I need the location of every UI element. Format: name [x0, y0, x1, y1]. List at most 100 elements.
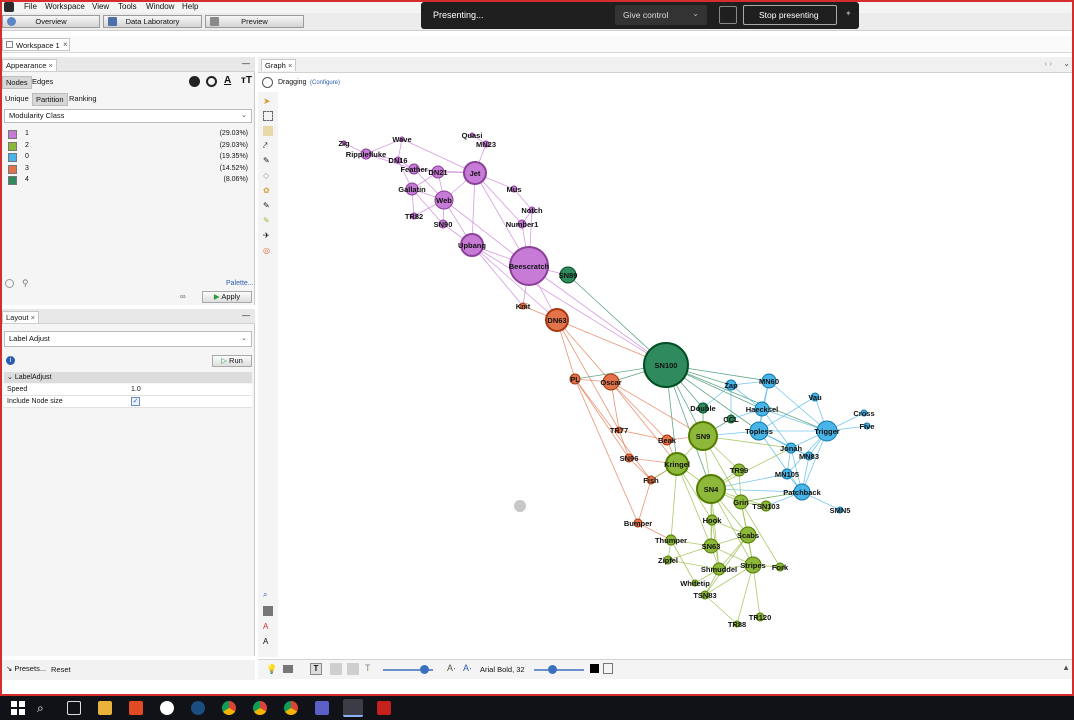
- chevron-down-icon[interactable]: ⌄: [1063, 59, 1070, 68]
- search-icon[interactable]: ⌕: [37, 701, 51, 715]
- color-swatch[interactable]: [8, 130, 17, 139]
- show-labels-icon[interactable]: T: [310, 663, 322, 675]
- font-label[interactable]: Arial Bold, 32: [480, 665, 525, 674]
- heat-map-icon[interactable]: ◎: [263, 246, 273, 256]
- chain-icon[interactable]: ∞: [180, 292, 186, 301]
- property-value[interactable]: 1.0: [131, 386, 141, 393]
- color-swatch[interactable]: [8, 153, 17, 162]
- menu-workspace[interactable]: Workspace: [45, 2, 85, 11]
- chrome-icon[interactable]: [222, 701, 236, 715]
- label-attributes-icon[interactable]: [603, 663, 613, 674]
- rectangle-select-icon[interactable]: [263, 111, 273, 121]
- windows-start-icon[interactable]: [11, 701, 25, 715]
- tab-ranking[interactable]: Ranking: [66, 93, 100, 104]
- legend-row[interactable]: 1 (29.03%): [8, 129, 248, 140]
- overview-button[interactable]: Overview: [2, 15, 100, 28]
- edge-weight-slider-thumb[interactable]: [420, 665, 429, 674]
- legend-row[interactable]: 3 (14.52%): [8, 164, 248, 175]
- run-button[interactable]: ▷ Run: [212, 355, 252, 367]
- label-color-icon[interactable]: A: [263, 622, 273, 632]
- attribute-select[interactable]: Modularity Class ⌄: [4, 109, 252, 123]
- presets-button[interactable]: ↘ Presets...: [6, 664, 46, 673]
- stop-presenting-button[interactable]: Stop presenting: [743, 5, 837, 25]
- label-size-icon[interactable]: A: [263, 637, 273, 647]
- property-row-speed[interactable]: Speed 1.0: [4, 384, 252, 396]
- apply-button[interactable]: ▶ Apply: [202, 291, 252, 303]
- layout-algorithm-select[interactable]: Label Adjust ⌄: [4, 331, 252, 347]
- tab-partition[interactable]: Partition: [32, 93, 68, 106]
- close-icon[interactable]: ×: [49, 61, 53, 70]
- info-icon[interactable]: i: [6, 356, 15, 365]
- close-icon[interactable]: ×: [288, 61, 292, 70]
- menu-tools[interactable]: Tools: [118, 2, 137, 11]
- give-control-dropdown[interactable]: Give control ⌄: [615, 5, 707, 25]
- color-swatch[interactable]: [8, 176, 17, 185]
- font-size-increase-icon[interactable]: A·: [463, 663, 472, 673]
- graph-edge[interactable]: [610, 381, 678, 465]
- share-screen-icon[interactable]: [719, 6, 737, 24]
- configure-link[interactable]: (Configure): [310, 80, 340, 86]
- label-mode-icon[interactable]: [330, 663, 342, 675]
- pin-icon[interactable]: ✦: [845, 9, 852, 18]
- tab-edges[interactable]: Edges: [29, 76, 56, 87]
- graph-edge[interactable]: [574, 378, 630, 459]
- legend-row[interactable]: 2 (29.03%): [8, 141, 248, 152]
- task-view-icon[interactable]: [67, 701, 81, 715]
- select-tool-icon[interactable]: ➤: [263, 96, 273, 106]
- label-text-icon[interactable]: T: [365, 663, 371, 673]
- menu-help[interactable]: Help: [182, 2, 198, 11]
- label-color-icon[interactable]: A: [224, 75, 231, 86]
- expand-icon[interactable]: ▲: [1062, 663, 1070, 672]
- tab-unique[interactable]: Unique: [2, 93, 32, 104]
- preview-button[interactable]: Preview: [205, 15, 304, 28]
- background-color-icon[interactable]: [263, 606, 273, 616]
- close-icon[interactable]: ×: [63, 40, 68, 49]
- node-pencil-icon[interactable]: ✎: [263, 156, 273, 166]
- close-icon[interactable]: ×: [31, 313, 35, 322]
- properties-section-header[interactable]: ⌄ LabelAdjust: [4, 372, 252, 383]
- diamond-icon[interactable]: ◇: [263, 171, 273, 181]
- label-size-slider[interactable]: [534, 669, 584, 671]
- menu-file[interactable]: File: [24, 2, 37, 11]
- color-swatch[interactable]: [8, 164, 17, 174]
- palette-link[interactable]: Palette...: [226, 280, 254, 287]
- graph-edge[interactable]: [471, 244, 667, 366]
- legend-row[interactable]: 0 (19.35%): [8, 152, 248, 163]
- tab-nodes[interactable]: Nodes: [2, 76, 32, 89]
- office-icon[interactable]: [129, 701, 143, 715]
- include-node-size-checkbox[interactable]: ✓: [131, 397, 140, 406]
- font-size-decrease-icon[interactable]: A·: [447, 663, 456, 673]
- color-swatch[interactable]: [8, 141, 17, 151]
- acrobat-icon[interactable]: [377, 701, 391, 715]
- edge-pencil-icon[interactable]: ⤤: [263, 141, 273, 151]
- chrome-profile-2-icon[interactable]: [284, 701, 298, 715]
- screenshot-icon[interactable]: [283, 665, 293, 673]
- shortest-path-icon[interactable]: ✈: [263, 231, 273, 241]
- chrome-profile-icon[interactable]: [253, 701, 267, 715]
- legend-row[interactable]: 4 (8.06%): [8, 175, 248, 186]
- network-graph[interactable]: Zig Ripplefluke Wave DN16Feather QuasiMN23 DN…: [278, 92, 1074, 657]
- workspace-tab[interactable]: Workspace 1 ×: [2, 38, 70, 51]
- minimize-icon[interactable]: —: [242, 59, 250, 68]
- gephi-icon[interactable]: [343, 699, 363, 717]
- menu-window[interactable]: Window: [146, 2, 174, 11]
- layout-tab[interactable]: Layout ×: [2, 311, 40, 323]
- scroll-tabs-icon[interactable]: ‹ ›: [1044, 59, 1052, 68]
- graph-tab[interactable]: Graph ×: [261, 59, 297, 71]
- painter-icon[interactable]: ✿: [263, 186, 273, 196]
- teams-icon[interactable]: [315, 701, 329, 715]
- graph-edge[interactable]: [637, 479, 652, 524]
- reset-button[interactable]: Reset: [51, 665, 71, 674]
- drag-tool-icon[interactable]: [263, 126, 273, 136]
- color-palette-icon[interactable]: [189, 76, 200, 87]
- property-row-include-node-size[interactable]: Include Node size ✓: [4, 396, 252, 408]
- menu-view[interactable]: View: [92, 2, 109, 11]
- label-size-icon[interactable]: ᴛT: [241, 75, 252, 86]
- github-icon[interactable]: [160, 701, 174, 715]
- filter-icon[interactable]: ⚲: [22, 278, 29, 289]
- minimize-icon[interactable]: —: [242, 311, 250, 320]
- lightbulb-icon[interactable]: 💡: [266, 664, 277, 675]
- data-laboratory-button[interactable]: Data Laboratory: [103, 15, 202, 28]
- appearance-tab[interactable]: Appearance ×: [2, 59, 57, 71]
- graph-edge[interactable]: [665, 364, 828, 432]
